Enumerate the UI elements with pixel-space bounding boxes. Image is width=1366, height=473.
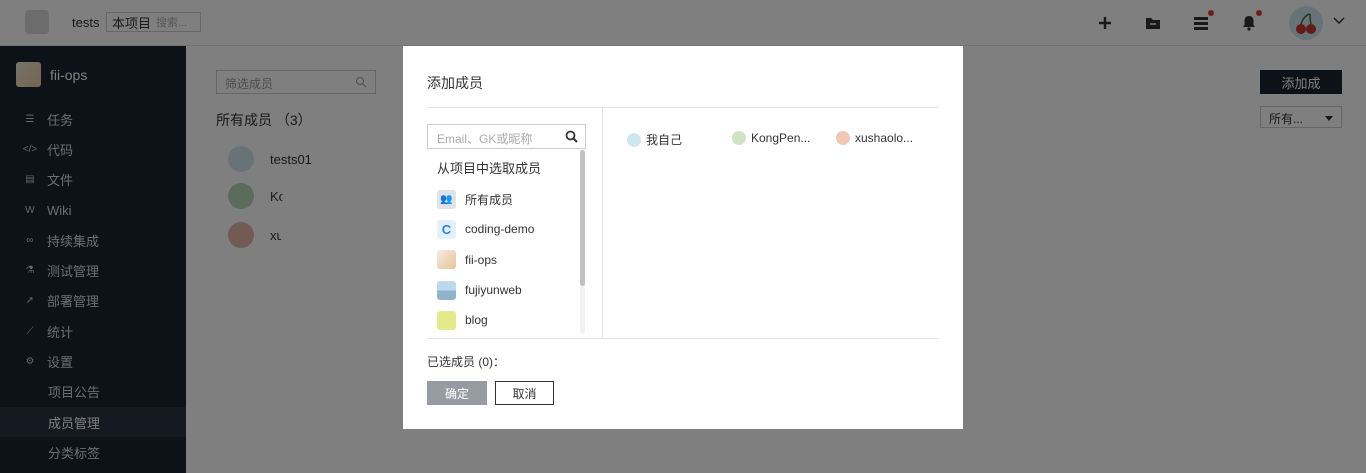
candidate-member[interactable]: 我自己 <box>627 131 682 148</box>
candidate-avatar <box>627 132 641 147</box>
candidate-name: 我自己 <box>646 133 683 147</box>
source-header: 从项目中选取成员 <box>437 161 542 176</box>
candidate-member[interactable]: KongPen... <box>732 131 810 145</box>
group-icon: 👥 <box>437 189 456 209</box>
candidate-member[interactable]: xushaolo... <box>836 131 913 145</box>
source-item-coding-demo[interactable]: C coding-demo <box>427 214 585 244</box>
source-item-label: fujiyunweb <box>465 283 522 298</box>
coding-logo-icon: C <box>437 219 456 239</box>
source-item-label: fii-ops <box>465 252 498 267</box>
divider <box>427 338 939 339</box>
add-member-dialog: 添加成员 Email、GK或昵称 从项目中选取成员 👥 所有成员 C codin… <box>403 46 963 429</box>
candidate-pane: 我自己 KongPen... xushaolo... <box>603 108 939 338</box>
confirm-button[interactable]: 确定 <box>427 381 487 405</box>
search-icon[interactable] <box>565 130 578 143</box>
source-item-label: blog <box>465 313 488 328</box>
blog-thumb-icon <box>437 310 456 330</box>
candidate-name: xushaolo... <box>855 131 914 145</box>
scrollbar-thumb[interactable] <box>580 150 585 286</box>
member-search-placeholder: Email、GK或昵称 <box>437 132 533 146</box>
source-item-fii-ops[interactable]: fii-ops <box>427 245 585 275</box>
source-pane: Email、GK或昵称 从项目中选取成员 👥 所有成员 C coding-dem… <box>427 108 603 338</box>
source-item-label: coding-demo <box>465 222 535 237</box>
source-item-all-members[interactable]: 👥 所有成员 <box>427 184 585 214</box>
source-list-scrollbar[interactable] <box>580 150 585 334</box>
source-item-label: 所有成员 <box>465 192 514 207</box>
landscape-icon <box>437 280 456 300</box>
cancel-button[interactable]: 取消 <box>495 381 554 405</box>
selected-members-label: 已选成员 (0)： <box>427 355 506 369</box>
project-thumb-icon <box>437 250 456 270</box>
source-list: 👥 所有成员 C coding-demo fii-ops fujiyunweb … <box>427 184 585 335</box>
candidate-avatar <box>836 131 850 145</box>
source-item-blog[interactable]: blog <box>427 305 585 335</box>
dialog-title: 添加成员 <box>427 75 483 91</box>
candidate-avatar <box>732 131 746 145</box>
source-item-fujiyunweb[interactable]: fujiyunweb <box>427 275 585 305</box>
candidate-name: KongPen... <box>751 131 811 145</box>
member-search-input[interactable]: Email、GK或昵称 <box>427 124 586 149</box>
